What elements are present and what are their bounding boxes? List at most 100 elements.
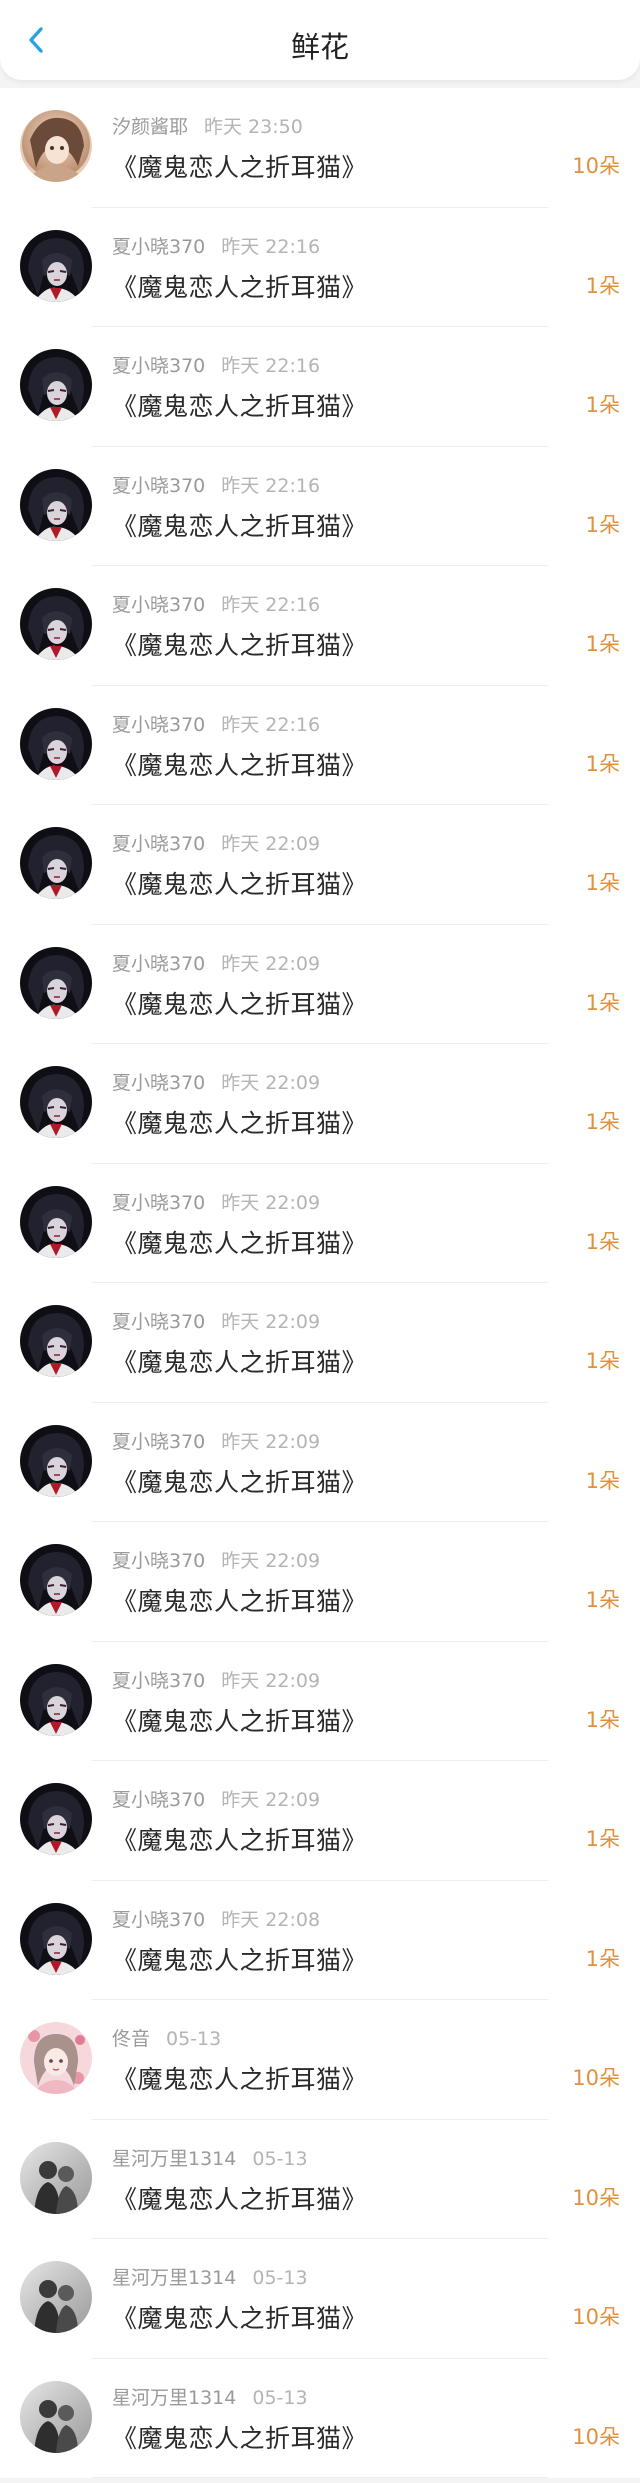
avatar[interactable] bbox=[20, 229, 92, 302]
avatar[interactable] bbox=[20, 468, 92, 541]
timestamp: 昨天 22:16 bbox=[221, 594, 321, 616]
list-item[interactable]: 星河万里1314 05-13 《魔鬼恋人之折耳猫》 10朵 bbox=[0, 2359, 640, 2479]
list-item[interactable]: 星河万里1314 05-13 《魔鬼恋人之折耳猫》 10朵 bbox=[0, 2120, 640, 2240]
avatar[interactable] bbox=[20, 2261, 92, 2333]
item-meta: 夏小晓370 昨天 22:16 bbox=[112, 471, 320, 498]
username: 夏小晓370 bbox=[112, 1191, 206, 1214]
item-meta: 夏小晓370 昨天 22:09 bbox=[112, 949, 320, 976]
book-title[interactable]: 《魔鬼恋人之折耳猫》 bbox=[112, 2060, 367, 2096]
item-meta: 夏小晓370 昨天 22:09 bbox=[112, 1666, 320, 1693]
list-item[interactable]: 夏小晓370 昨天 22:09 《魔鬼恋人之折耳猫》 1朵 bbox=[0, 1164, 640, 1284]
book-title[interactable]: 《魔鬼恋人之折耳猫》 bbox=[112, 148, 367, 184]
username: 夏小晓370 bbox=[112, 1430, 206, 1453]
item-meta: 夏小晓370 昨天 22:09 bbox=[112, 1307, 320, 1334]
avatar[interactable] bbox=[20, 827, 92, 899]
list-item[interactable]: 夏小晓370 昨天 22:16 《魔鬼恋人之折耳猫》 1朵 bbox=[0, 447, 640, 567]
avatar[interactable] bbox=[20, 110, 92, 182]
list-item[interactable]: 夏小晓370 昨天 22:09 《魔鬼恋人之折耳猫》 1朵 bbox=[0, 1283, 640, 1403]
avatar[interactable] bbox=[20, 2022, 92, 2094]
list-item[interactable]: 夏小晓370 昨天 22:08 《魔鬼恋人之折耳猫》 1朵 bbox=[0, 1881, 640, 2001]
book-title[interactable]: 《魔鬼恋人之折耳猫》 bbox=[112, 1941, 367, 1977]
avatar[interactable] bbox=[20, 1424, 92, 1497]
avatar[interactable] bbox=[20, 1544, 92, 1616]
username: 汐颜酱耶 bbox=[112, 116, 189, 138]
item-meta: 夏小晓370 昨天 22:09 bbox=[112, 1188, 320, 1215]
flower-count: 1朵 bbox=[585, 393, 620, 417]
timestamp: 昨天 22:09 bbox=[221, 952, 321, 975]
flower-count: 1朵 bbox=[585, 1827, 620, 1851]
item-meta: 星河万里1314 05-13 bbox=[112, 2263, 308, 2290]
book-title[interactable]: 《魔鬼恋人之折耳猫》 bbox=[112, 1582, 367, 1618]
book-title[interactable]: 《魔鬼恋人之折耳猫》 bbox=[112, 2419, 367, 2455]
avatar[interactable] bbox=[20, 946, 92, 1019]
avatar[interactable] bbox=[20, 1783, 92, 1855]
list-item[interactable]: 夏小晓370 昨天 22:09 《魔鬼恋人之折耳猫》 1朵 bbox=[0, 1403, 640, 1523]
flower-list: 汐颜酱耶 昨天 23:50 《魔鬼恋人之折耳猫》 10朵 夏小晓370 昨天 22:16 《… bbox=[0, 88, 640, 2478]
book-title[interactable]: 《魔鬼恋人之折耳猫》 bbox=[112, 2299, 367, 2335]
list-item[interactable]: 佟音 05-13 《魔鬼恋人之折耳猫》 10朵 bbox=[0, 2000, 640, 2120]
timestamp: 昨天 22:09 bbox=[221, 1789, 321, 1811]
timestamp: 昨天 22:09 bbox=[221, 1191, 321, 1214]
list-item[interactable]: 夏小晓370 昨天 22:09 《魔鬼恋人之折耳猫》 1朵 bbox=[0, 1522, 640, 1642]
timestamp: 05-13 bbox=[166, 2028, 222, 2050]
book-title[interactable]: 《魔鬼恋人之折耳猫》 bbox=[112, 387, 367, 423]
avatar[interactable] bbox=[20, 1305, 92, 1377]
book-title[interactable]: 《魔鬼恋人之折耳猫》 bbox=[112, 2180, 367, 2216]
list-item[interactable]: 夏小晓370 昨天 22:09 《魔鬼恋人之折耳猫》 1朵 bbox=[0, 1761, 640, 1881]
book-title[interactable]: 《魔鬼恋人之折耳猫》 bbox=[112, 1104, 367, 1140]
avatar[interactable] bbox=[20, 1902, 92, 1975]
book-title[interactable]: 《魔鬼恋人之折耳猫》 bbox=[112, 746, 367, 782]
list-item[interactable]: 夏小晓370 昨天 22:09 《魔鬼恋人之折耳猫》 1朵 bbox=[0, 805, 640, 925]
list-item[interactable]: 汐颜酱耶 昨天 23:50 《魔鬼恋人之折耳猫》 10朵 bbox=[0, 88, 640, 208]
flower-count: 1朵 bbox=[585, 632, 620, 656]
username: 夏小晓370 bbox=[112, 355, 206, 377]
book-title[interactable]: 《魔鬼恋人之折耳猫》 bbox=[112, 985, 367, 1021]
list-item[interactable]: 星河万里1314 05-13 《魔鬼恋人之折耳猫》 10朵 bbox=[0, 2239, 640, 2359]
book-title[interactable]: 《魔鬼恋人之折耳猫》 bbox=[112, 1463, 367, 1499]
item-meta: 星河万里1314 05-13 bbox=[112, 2144, 308, 2171]
avatar[interactable] bbox=[20, 1066, 92, 1138]
flower-count: 10朵 bbox=[572, 2305, 620, 2329]
flower-count: 1朵 bbox=[585, 1946, 620, 1971]
timestamp: 昨天 22:08 bbox=[221, 1908, 321, 1931]
item-meta: 夏小晓370 昨天 22:16 bbox=[112, 710, 320, 737]
book-title[interactable]: 《魔鬼恋人之折耳猫》 bbox=[112, 507, 367, 543]
avatar[interactable] bbox=[20, 349, 92, 421]
timestamp: 昨天 23:50 bbox=[204, 116, 303, 138]
item-meta: 汐颜酱耶 昨天 23:50 bbox=[112, 112, 303, 139]
avatar[interactable] bbox=[20, 1663, 92, 1736]
avatar[interactable] bbox=[20, 1185, 92, 1258]
book-title[interactable]: 《魔鬼恋人之折耳猫》 bbox=[112, 1821, 367, 1857]
list-item[interactable]: 夏小晓370 昨天 22:16 《魔鬼恋人之折耳猫》 1朵 bbox=[0, 327, 640, 447]
username: 夏小晓370 bbox=[112, 1669, 206, 1692]
list-item[interactable]: 夏小晓370 昨天 22:16 《魔鬼恋人之折耳猫》 1朵 bbox=[0, 208, 640, 328]
avatar[interactable] bbox=[20, 2380, 92, 2453]
flower-count: 1朵 bbox=[585, 1229, 620, 1254]
avatar[interactable] bbox=[20, 2141, 92, 2214]
list-item[interactable]: 夏小晓370 昨天 22:16 《魔鬼恋人之折耳猫》 1朵 bbox=[0, 686, 640, 806]
item-meta: 夏小晓370 昨天 22:08 bbox=[112, 1905, 320, 1932]
username: 夏小晓370 bbox=[112, 1550, 206, 1572]
list-item[interactable]: 夏小晓370 昨天 22:09 《魔鬼恋人之折耳猫》 1朵 bbox=[0, 1642, 640, 1762]
book-title[interactable]: 《魔鬼恋人之折耳猫》 bbox=[112, 626, 367, 662]
timestamp: 昨天 22:09 bbox=[221, 1311, 321, 1333]
avatar[interactable] bbox=[20, 707, 92, 780]
book-title[interactable]: 《魔鬼恋人之折耳猫》 bbox=[112, 1343, 367, 1379]
username: 夏小晓370 bbox=[112, 1908, 206, 1931]
page-title: 鲜花 bbox=[290, 30, 349, 64]
flower-count: 10朵 bbox=[572, 154, 620, 178]
username: 夏小晓370 bbox=[112, 235, 206, 258]
book-title[interactable]: 《魔鬼恋人之折耳猫》 bbox=[112, 268, 367, 304]
book-title[interactable]: 《魔鬼恋人之折耳猫》 bbox=[112, 865, 367, 901]
list-item[interactable]: 夏小晓370 昨天 22:09 《魔鬼恋人之折耳猫》 1朵 bbox=[0, 1044, 640, 1164]
item-meta: 夏小晓370 昨天 22:16 bbox=[112, 351, 320, 378]
list-item[interactable]: 夏小晓370 昨天 22:09 《魔鬼恋人之折耳猫》 1朵 bbox=[0, 925, 640, 1045]
list-item[interactable]: 夏小晓370 昨天 22:16 《魔鬼恋人之折耳猫》 1朵 bbox=[0, 566, 640, 686]
username: 星河万里1314 bbox=[112, 2147, 237, 2170]
username: 夏小晓370 bbox=[112, 1311, 206, 1333]
book-title[interactable]: 《魔鬼恋人之折耳猫》 bbox=[112, 1702, 367, 1738]
item-meta: 佟音 05-13 bbox=[112, 2024, 221, 2051]
book-title[interactable]: 《魔鬼恋人之折耳猫》 bbox=[112, 1224, 367, 1260]
timestamp: 昨天 22:16 bbox=[221, 355, 321, 377]
avatar[interactable] bbox=[20, 588, 92, 660]
